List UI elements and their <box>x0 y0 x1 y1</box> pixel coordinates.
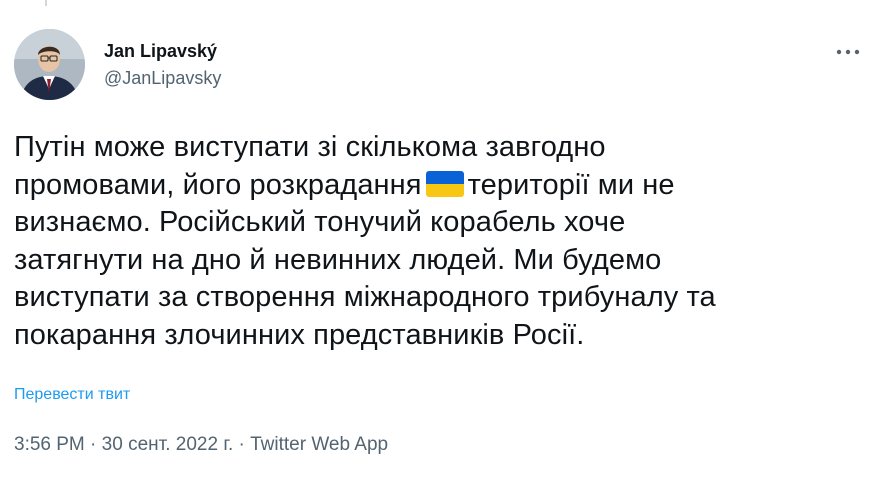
author-block: Jan Lipavský @JanLipavsky <box>104 40 221 89</box>
tweet-line: промовами, його розкрадання території ми … <box>14 167 874 205</box>
tweet-metadata: 3:56 PM · 30 сент. 2022 г. · Twitter Web… <box>14 434 388 456</box>
separator: · <box>84 434 102 455</box>
tweet-line: Путін може виступати зі скількома завгод… <box>14 131 606 163</box>
ukraine-flag-icon <box>425 170 464 197</box>
avatar-photo-icon <box>14 29 85 100</box>
separator: · <box>233 434 251 455</box>
tweet-fragment: промовами, його розкрадання <box>14 168 422 201</box>
tweet-line: виступати за створення міжнародного триб… <box>14 281 716 313</box>
tweet-line: визнаємо. Російський тонучий корабель хо… <box>14 206 626 238</box>
author-name[interactable]: Jan Lipavský <box>104 40 221 62</box>
tweet-date[interactable]: 30 сент. 2022 г. <box>102 434 234 455</box>
tweet-time[interactable]: 3:56 PM <box>14 434 85 455</box>
translate-tweet-link[interactable]: Перевести твит <box>14 386 130 404</box>
tweet-line: покарання злочинних представників Росії. <box>14 318 585 351</box>
tweet-fragment: території ми не <box>467 168 675 201</box>
thread-connector <box>0 0 883 6</box>
tweet-text: Путін може виступати зі скількома завгод… <box>14 129 874 354</box>
more-horizontal-icon <box>836 49 860 55</box>
more-options-button[interactable] <box>835 39 861 65</box>
source-app-link[interactable]: Twitter Web App <box>250 434 388 455</box>
author-handle[interactable]: @JanLipavsky <box>104 67 221 89</box>
tweet-line: затягнути на дно й невинних людей. Ми бу… <box>14 243 662 276</box>
avatar[interactable] <box>14 29 85 100</box>
